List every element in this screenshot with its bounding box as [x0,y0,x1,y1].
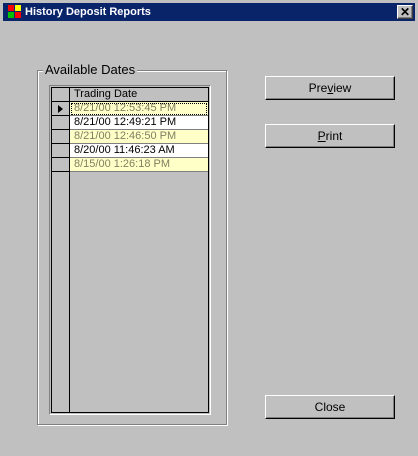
print-button[interactable]: Print [265,124,395,148]
print-label-post: rint [325,129,343,143]
history-deposit-reports-window: History Deposit Reports ✕ Available Date… [0,0,418,456]
preview-label-pre: Pre [308,81,328,95]
column-header-trading-date[interactable]: Trading Date [70,88,208,102]
trading-date-cell[interactable]: 8/21/00 12:49:21 PM [70,116,208,130]
window-title: History Deposit Reports [25,6,151,18]
close-icon: ✕ [399,5,411,19]
grid-row[interactable]: 8/21/00 12:49:21 PM [52,116,208,130]
grid-body: Trading Date 8/21/00 12:53:45 PM 8/21/00… [51,87,209,413]
current-row-arrow-icon [58,105,63,113]
header-indicator-cell [52,88,70,102]
empty-indicator-column [52,172,70,412]
row-indicator[interactable] [52,130,70,144]
row-indicator[interactable] [52,116,70,130]
close-window-button[interactable]: ✕ [397,5,413,19]
grid-row[interactable]: 8/20/00 11:46:23 AM [52,144,208,158]
trading-date-cell[interactable]: 8/20/00 11:46:23 AM [70,144,208,158]
grid-row[interactable]: 8/21/00 12:53:45 PM [52,102,208,116]
trading-date-cell[interactable]: 8/21/00 12:46:50 PM [70,130,208,144]
title-bar[interactable]: History Deposit Reports ✕ [3,3,415,21]
app-icon [8,5,22,19]
trading-date-cell[interactable]: 8/15/00 1:26:18 PM [70,158,208,172]
preview-label-post: iew [333,81,352,95]
row-indicator[interactable] [52,144,70,158]
preview-button[interactable]: Preview [265,76,395,100]
grid-row[interactable]: 8/21/00 12:46:50 PM [52,130,208,144]
trading-date-cell[interactable]: 8/21/00 12:53:45 PM [70,102,208,116]
print-label-accelerator: P [317,129,326,143]
groupbox-label: Available Dates [43,62,138,77]
grid-row[interactable]: 8/15/00 1:26:18 PM [52,158,208,172]
row-indicator[interactable] [52,102,70,116]
row-indicator[interactable] [52,158,70,172]
grid-header-row: Trading Date [52,88,208,102]
close-button[interactable]: Close [265,395,395,419]
trading-date-grid[interactable]: Trading Date 8/21/00 12:53:45 PM 8/21/00… [49,85,211,415]
